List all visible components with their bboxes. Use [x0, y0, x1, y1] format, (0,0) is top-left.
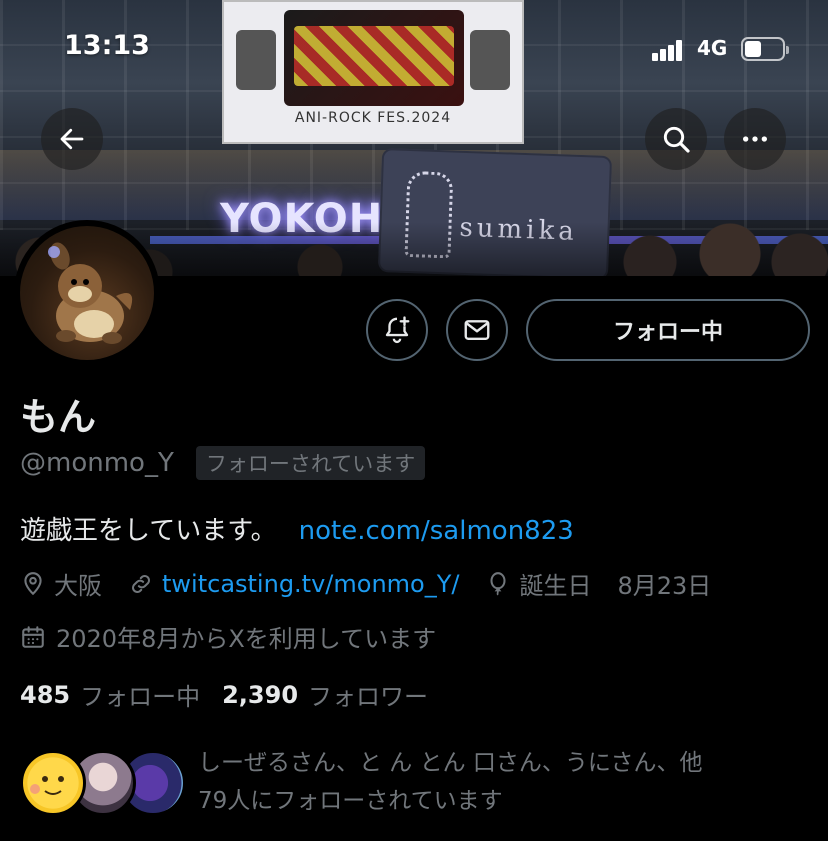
avatar-creature	[48, 242, 133, 344]
avatar[interactable]	[14, 220, 160, 366]
website-link[interactable]: twitcasting.tv/monmo_Y/	[162, 570, 459, 598]
follower-avatar	[20, 750, 86, 816]
follows-you-badge: フォローされています	[195, 446, 426, 480]
user-handle: @monmo_Y	[20, 448, 174, 478]
followers-label: フォロワー	[308, 683, 429, 711]
following-label: フォロー中	[80, 683, 201, 711]
link-icon	[131, 574, 151, 593]
followers-stat[interactable]: 2,390 フォロワー	[222, 677, 428, 712]
signal-icon	[652, 39, 684, 61]
status-time: 13:13	[64, 30, 150, 61]
avatar-image	[20, 226, 154, 360]
search-icon	[663, 126, 690, 153]
speaker-left	[236, 30, 276, 90]
search-button[interactable]	[645, 108, 707, 170]
birthday: 誕生日 8月23日	[485, 566, 711, 601]
display-name: もん	[20, 395, 97, 439]
followed-by[interactable]: しーぜるさん、と ん とん 口さん、うにさん、他 79人にフォローされています	[20, 740, 820, 820]
following-button[interactable]: フォロー中	[526, 299, 810, 361]
followed-by-text: しーぜるさん、と ん とん 口さん、うにさん、他 79人にフォローされています	[198, 744, 798, 820]
speaker-right	[470, 30, 510, 90]
followers-count: 2,390	[222, 680, 299, 709]
joined-date: 2020年8月からXを利用しています	[20, 619, 436, 654]
banner-billboard: ANI-ROCK FES.2024	[222, 0, 524, 144]
followed-by-line2: 79人にフォローされています	[198, 788, 503, 814]
billboard-logo	[284, 10, 464, 106]
handle-row: @monmo_Y フォローされています	[20, 446, 426, 480]
profile-meta: 大阪 twitcasting.tv/monmo_Y/ 誕生日 8月23日	[20, 566, 737, 601]
envelope-icon	[464, 320, 490, 340]
notify-button[interactable]	[366, 299, 428, 361]
back-button[interactable]	[41, 108, 103, 170]
following-stat[interactable]: 485 フォロー中	[20, 677, 200, 712]
bio-link[interactable]: note.com/salmon823	[299, 516, 574, 546]
location-pin-icon	[24, 571, 42, 595]
balloon-icon	[490, 571, 506, 595]
billboard-text: ANI-ROCK FES.2024	[294, 110, 452, 126]
birthday-label: 誕生日	[519, 572, 592, 600]
website[interactable]: twitcasting.tv/monmo_Y/	[128, 570, 459, 598]
bio-text: 遊戯王をしています。	[20, 516, 277, 546]
network-label: 4G	[697, 36, 728, 60]
following-count: 485	[20, 680, 71, 709]
location-text: 大阪	[54, 572, 102, 600]
arrow-left-icon	[60, 128, 84, 150]
calendar-icon	[22, 625, 44, 648]
joined-text: 2020年8月からXを利用しています	[56, 625, 437, 653]
birthday-value: 8月23日	[617, 572, 712, 600]
location: 大阪	[20, 566, 102, 601]
followed-by-line1: しーぜるさん、と ん とん 口さん、うにさん、他	[198, 750, 703, 776]
more-horizontal-icon	[743, 136, 767, 142]
bio: 遊戯王をしています。 note.com/salmon823	[20, 510, 574, 547]
more-button[interactable]	[724, 108, 786, 170]
bell-plus-icon	[385, 316, 410, 343]
battery-icon	[741, 37, 789, 61]
message-button[interactable]	[446, 299, 508, 361]
follow-stats: 485 フォロー中 2,390 フォロワー	[20, 677, 450, 712]
